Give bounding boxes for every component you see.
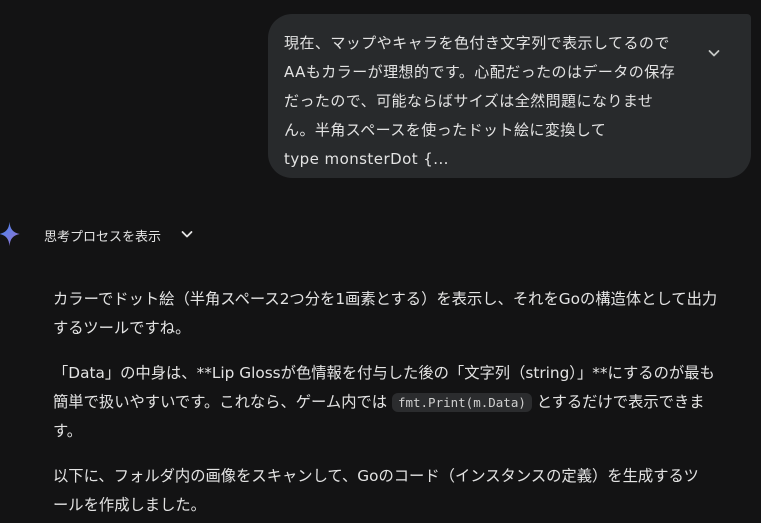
response-line: 「Data」の中身は、**Lip Glossが色情報を付与した後の「文字列（st…: [53, 364, 715, 382]
user-message-line: ん。半角スペースを使ったドット絵に変換して: [284, 121, 607, 139]
user-message-line: type monsterDot {...: [284, 150, 449, 168]
response-line: 簡単で扱いやすいです。これなら、ゲーム内では fmt.Print(m.Data)…: [53, 388, 753, 417]
show-thinking-label: 思考プロセスを表示: [44, 230, 162, 245]
response-line: カラーでドット絵（半角スペース2つ分を1画素とする）を表示し、それをGoの構造体…: [53, 290, 718, 308]
user-message-line: AAもカラーが理想的です。心配だったのはデータの保存: [284, 63, 676, 81]
inline-code: fmt.Print(m.Data): [391, 393, 532, 412]
response-paragraph: 「Data」の中身は、**Lip Glossが色情報を付与した後の「文字列（st…: [53, 359, 753, 446]
response-line: 以下に、フォルダ内の画像をスキャンして、Goのコード（インスタンスの定義）を生成…: [53, 467, 699, 485]
chevron-down-icon: [181, 231, 193, 238]
user-message-line: 現在、マップやキャラを色付き文字列で表示してるので: [284, 34, 670, 52]
response-text: 簡単で扱いやすいです。これなら、ゲーム内では: [53, 393, 392, 411]
chevron-down-icon[interactable]: [707, 46, 721, 60]
response-line: するツールですね。: [53, 319, 191, 337]
user-message-bubble: 現在、マップやキャラを色付き文字列で表示してるので AAもカラーが理想的です。心…: [268, 14, 751, 178]
model-response: カラーでドット絵（半角スペース2つ分を1画素とする）を表示し、それをGoの構造体…: [53, 285, 753, 523]
response-line: ールを作成しました。: [53, 496, 206, 514]
gemini-spark-icon: [0, 221, 20, 247]
response-paragraph: カラーでドット絵（半角スペース2つ分を1画素とする）を表示し、それをGoの構造体…: [53, 285, 753, 343]
response-line: す。: [53, 422, 83, 440]
response-text: とするだけで表示できま: [531, 393, 705, 411]
response-paragraph: 以下に、フォルダ内の画像をスキャンして、Goのコード（インスタンスの定義）を生成…: [53, 462, 753, 520]
user-message-line: だったので、可能ならばサイズは全然問題になりませ: [284, 92, 654, 110]
chat-page: 現在、マップやキャラを色付き文字列で表示してるので AAもカラーが理想的です。心…: [0, 0, 761, 523]
